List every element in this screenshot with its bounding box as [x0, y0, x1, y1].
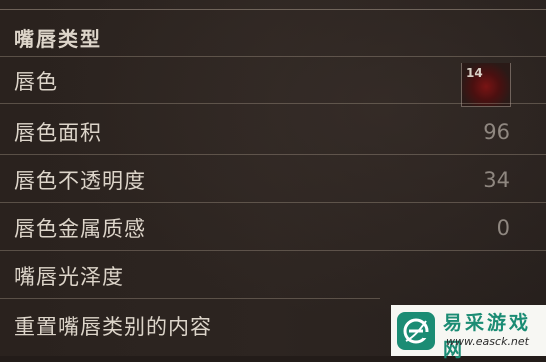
lip-color-swatch[interactable]: 14	[461, 63, 511, 107]
leaf-e-logo-icon	[397, 312, 435, 350]
section-header: 嘴唇类型	[0, 10, 546, 57]
section-title: 嘴唇类型	[14, 27, 102, 51]
divider	[0, 298, 380, 299]
option-value: 96	[483, 119, 510, 144]
option-value: 34	[483, 167, 510, 192]
divider	[0, 250, 546, 251]
option-label: 唇色金属质感	[14, 216, 146, 241]
option-lip-color-metallic[interactable]: 唇色金属质感 0	[0, 204, 546, 251]
option-label: 唇色	[14, 69, 58, 94]
divider	[0, 202, 546, 203]
option-label: 唇色面积	[14, 120, 102, 145]
option-label: 唇色不透明度	[14, 168, 146, 193]
divider	[0, 154, 546, 155]
option-lip-color-area[interactable]: 唇色面积 96	[0, 108, 546, 155]
option-lip-color-opacity[interactable]: 唇色不透明度 34	[0, 156, 546, 203]
option-label: 重置嘴唇类别的内容	[14, 315, 212, 339]
watermark-url: www.easck.net	[446, 335, 529, 348]
option-lip-color[interactable]: 唇色 14	[0, 57, 546, 107]
color-index: 14	[466, 66, 483, 80]
site-watermark: 易采游戏网 www.easck.net	[391, 305, 546, 361]
option-lip-gloss[interactable]: 嘴唇光泽度	[0, 252, 546, 299]
option-value: 0	[496, 215, 510, 240]
divider	[0, 103, 546, 104]
option-label: 嘴唇光泽度	[14, 264, 124, 289]
